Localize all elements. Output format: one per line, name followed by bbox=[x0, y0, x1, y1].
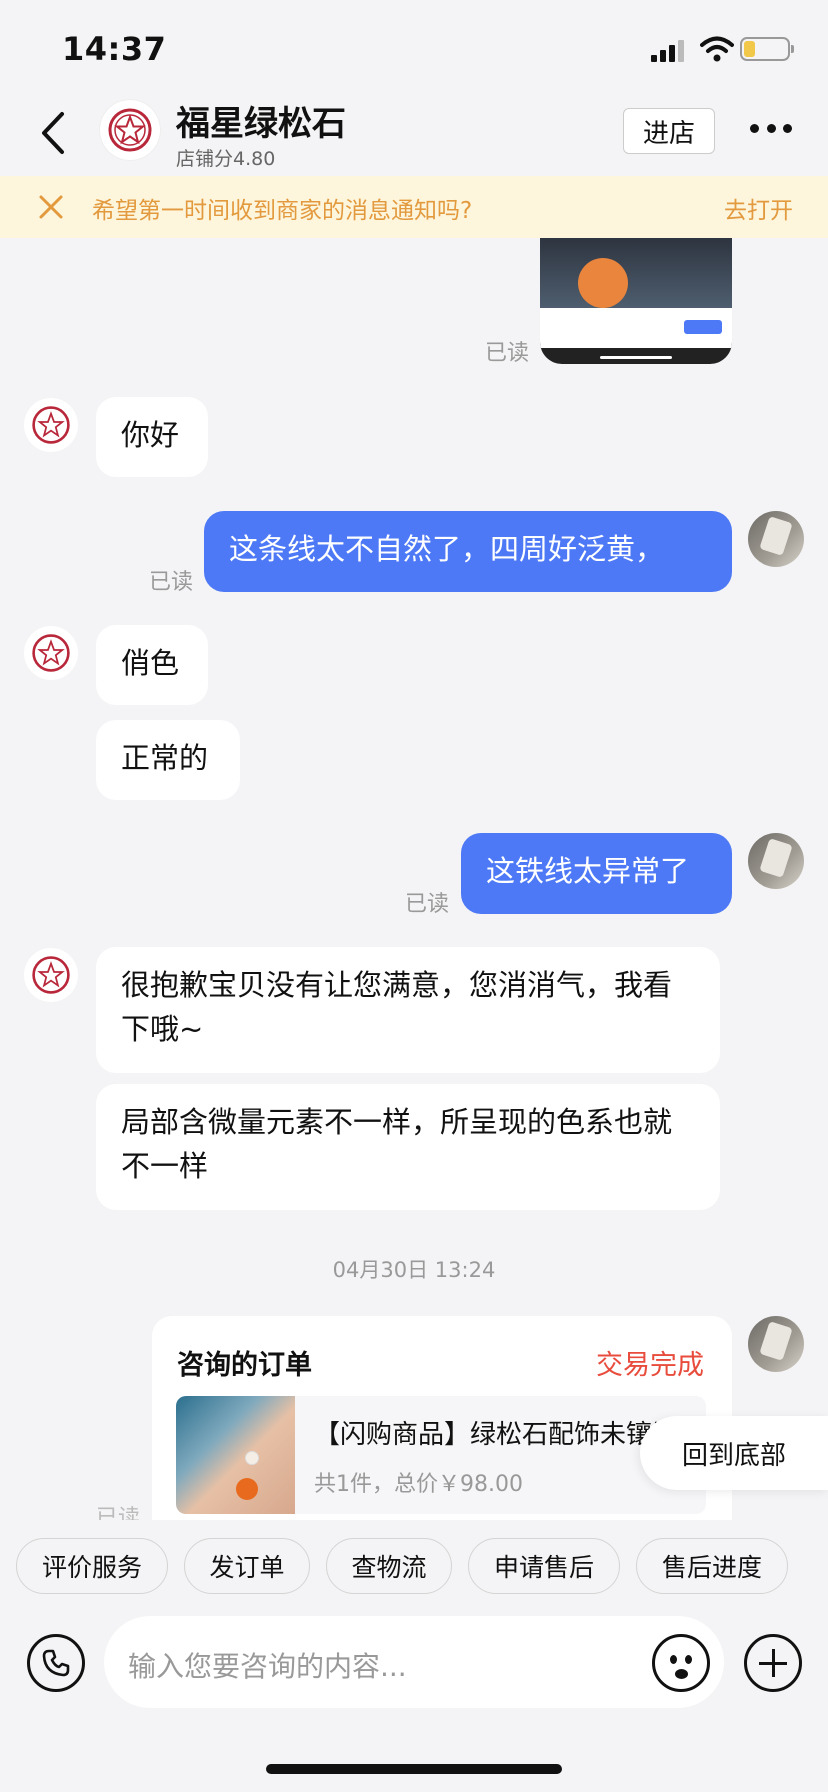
back-to-bottom-button[interactable]: 回到底部 bbox=[640, 1416, 828, 1490]
shop-name[interactable]: 福星绿松石 bbox=[176, 96, 346, 145]
shop-logo-icon bbox=[108, 108, 152, 152]
shop-score: 店铺分4.80 bbox=[176, 148, 276, 170]
read-status: 已读 bbox=[96, 1506, 141, 1520]
read-status: 已读 bbox=[149, 570, 194, 595]
user-avatar[interactable] bbox=[748, 833, 804, 889]
shop-logo-icon bbox=[32, 956, 70, 994]
shop-logo-icon bbox=[32, 634, 70, 672]
shop-avatar[interactable] bbox=[24, 398, 78, 452]
home-indicator bbox=[266, 1764, 562, 1774]
user-avatar[interactable] bbox=[748, 511, 804, 567]
phone-icon[interactable] bbox=[27, 1634, 85, 1692]
battery-icon bbox=[740, 37, 794, 61]
shop-logo-icon bbox=[32, 406, 70, 444]
order-summary: 共1件，总价￥98.00 bbox=[314, 1472, 523, 1497]
chevron-left-icon[interactable] bbox=[36, 110, 72, 156]
message-bubble-shop[interactable]: 你好 bbox=[96, 397, 208, 477]
close-icon[interactable] bbox=[36, 192, 66, 222]
shop-avatar[interactable] bbox=[24, 948, 78, 1002]
shop-avatar[interactable] bbox=[24, 626, 78, 680]
user-avatar[interactable] bbox=[748, 1316, 804, 1372]
message-bubble-shop[interactable]: 局部含微量元素不一样，所呈现的色系也就不一样 bbox=[96, 1084, 720, 1210]
date-separator: 04月30日 13:24 bbox=[332, 1258, 496, 1282]
order-card-title: 咨询的订单 bbox=[177, 1350, 312, 1381]
notification-text: 希望第一时间收到商家的消息通知吗? bbox=[92, 198, 473, 224]
emoji-icon[interactable] bbox=[652, 1634, 710, 1692]
message-bubble-shop[interactable]: 很抱歉宝贝没有让您满意，您消消气，我看下哦~ bbox=[96, 947, 720, 1073]
read-status: 已读 bbox=[485, 341, 530, 366]
shop-avatar[interactable] bbox=[100, 100, 160, 160]
message-input-placeholder: 输入您要咨询的内容... bbox=[128, 1650, 407, 1683]
product-thumbnail[interactable] bbox=[176, 1396, 295, 1514]
enable-notification-link[interactable]: 去打开 bbox=[724, 191, 793, 225]
read-status: 已读 bbox=[405, 892, 450, 917]
message-bubble-user[interactable]: 这铁线太异常了 bbox=[461, 833, 732, 914]
wifi-icon bbox=[700, 36, 734, 62]
quick-action-after-sales[interactable]: 申请售后 bbox=[468, 1538, 620, 1594]
status-time: 14:37 bbox=[62, 30, 167, 68]
plus-icon[interactable] bbox=[744, 1634, 802, 1692]
enter-shop-button[interactable]: 进店 bbox=[623, 108, 715, 154]
message-bubble-shop[interactable]: 正常的 bbox=[96, 720, 240, 800]
sent-image[interactable] bbox=[540, 238, 732, 364]
quick-action-review[interactable]: 评价服务 bbox=[16, 1538, 168, 1594]
quick-action-track-shipping[interactable]: 查物流 bbox=[326, 1538, 452, 1594]
order-status-badge: 交易完成 bbox=[596, 1350, 704, 1381]
message-bubble-user[interactable]: 这条线太不自然了，四周好泛黄， bbox=[204, 511, 732, 592]
message-bubble-shop[interactable]: 俏色 bbox=[96, 625, 208, 705]
more-dots-icon[interactable] bbox=[750, 124, 792, 136]
signal-icon bbox=[651, 40, 684, 62]
quick-action-after-sales-progress[interactable]: 售后进度 bbox=[636, 1538, 788, 1594]
quick-action-send-order[interactable]: 发订单 bbox=[184, 1538, 310, 1594]
